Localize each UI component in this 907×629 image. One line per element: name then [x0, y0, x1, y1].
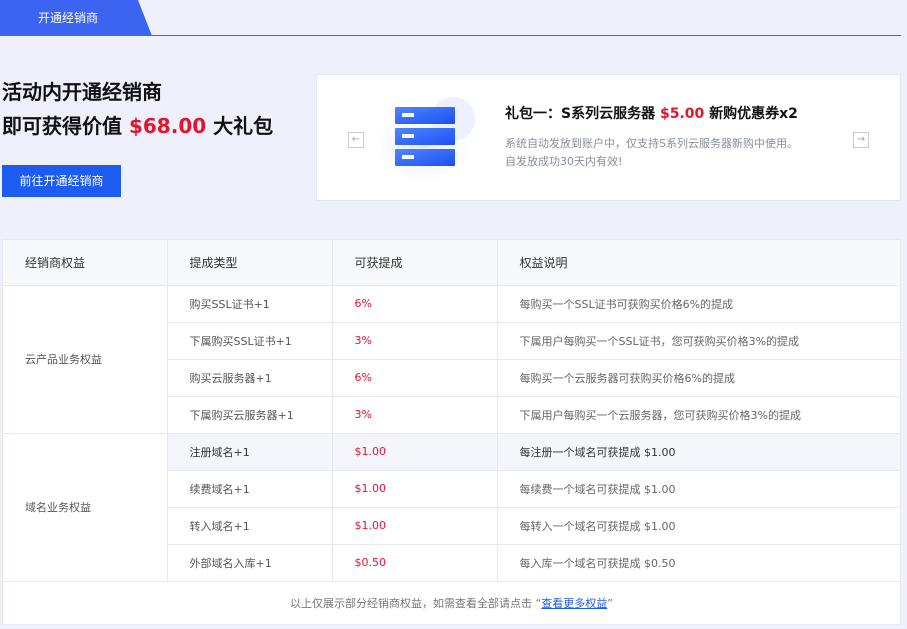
- row-rate: 3%: [332, 396, 498, 434]
- row-rate: $0.50: [332, 544, 498, 582]
- open-reseller-button[interactable]: 前往开通经销商: [2, 165, 121, 197]
- row-type: 下属购买SSL证书+1: [167, 322, 333, 360]
- promo-price: $68.00: [128, 114, 207, 138]
- row-type: 续费域名+1: [167, 470, 333, 508]
- gift-title: 礼包一：S系列云服务器 $5.00 新购优惠券x2: [505, 103, 798, 123]
- view-more-benefits-link[interactable]: 查看更多权益: [541, 597, 607, 610]
- row-rate: $1.00: [332, 433, 498, 471]
- tab-open-reseller[interactable]: 开通经销商: [0, 0, 152, 36]
- row-desc: 下属用户每购买一个SSL证书，您可获购买价格3%的提成: [497, 322, 900, 360]
- gift-description: 系统自动发放到账户中，仅支持S系列云服务器新购中使用。 自发放成功30天内有效!: [505, 135, 835, 171]
- row-rate: 6%: [332, 359, 498, 397]
- table-header-row: 经销商权益 提成类型 可获提成 权益说明: [3, 240, 900, 286]
- row-desc: 每购买一个云服务器可获购买价格6%的提成: [497, 359, 900, 397]
- table-row: 域名业务权益 注册域名+1 $1.00 每注册一个域名可获提成 $1.00: [3, 433, 900, 582]
- promo-value-prefix: 即可获得价值: [2, 114, 129, 138]
- footer-suffix: ”: [607, 596, 613, 610]
- table-row: 云产品业务权益 购买SSL证书+1 6% 每购买一个SSL证书可获购买价格6%的…: [3, 285, 900, 434]
- row-rate: $1.00: [332, 470, 498, 508]
- next-arrow-icon[interactable]: →: [853, 132, 869, 148]
- gift-desc-line1: 系统自动发放到账户中，仅支持S系列云服务器新购中使用。: [505, 137, 798, 150]
- row-type: 下属购买云服务器+1: [167, 396, 333, 434]
- gift-card: ← 礼包一：S系列云服务器 $5.00 新购优惠券x2 系统自动发放到账户中，仅…: [316, 74, 901, 201]
- row-type: 转入域名+1: [167, 507, 333, 545]
- row-type: 购买SSL证书+1: [167, 285, 333, 323]
- row-type: 外部域名入库+1: [167, 544, 333, 582]
- header-benefit: 经销商权益: [3, 240, 168, 286]
- row-desc: 每注册一个域名可获提成 $1.00: [497, 433, 900, 471]
- gift-title-suffix: 新购优惠券x2: [704, 106, 798, 122]
- group-cloud: 云产品业务权益: [3, 285, 168, 434]
- group-domain: 域名业务权益: [3, 433, 168, 582]
- header-description: 权益说明: [497, 240, 900, 286]
- benefits-table: 经销商权益 提成类型 可获提成 权益说明 云产品业务权益 购买SSL证书+1 6…: [2, 239, 901, 625]
- row-desc: 下属用户每购买一个云服务器，您可获购买价格3%的提成: [497, 396, 900, 434]
- promo-value-suffix: 大礼包: [206, 114, 274, 138]
- header-commission: 可获提成: [332, 240, 498, 286]
- tab-bar: 开通经销商: [0, 0, 901, 36]
- row-desc: 每转入一个域名可获提成 $1.00: [497, 507, 900, 545]
- row-desc: 每续费一个域名可获提成 $1.00: [497, 470, 900, 508]
- footer-prefix: 以上仅展示部分经销商权益，如需查看全部请点击 “: [290, 596, 542, 610]
- gift-title-prefix: 礼包一：S系列云服务器: [505, 106, 660, 122]
- gift-price: $5.00: [659, 106, 705, 122]
- row-rate: 3%: [332, 322, 498, 360]
- prev-arrow-icon[interactable]: ←: [348, 132, 364, 148]
- header-type: 提成类型: [167, 240, 333, 286]
- gift-desc-line2: 自发放成功30天内有效!: [505, 155, 623, 168]
- promo-title: 活动内开通经销商: [2, 80, 162, 104]
- row-rate: $1.00: [332, 507, 498, 545]
- row-rate: 6%: [332, 285, 498, 323]
- row-desc: 每入库一个域名可获提成 $0.50: [497, 544, 900, 582]
- row-type: 购买云服务器+1: [167, 359, 333, 397]
- promo-value: 即可获得价值 $68.00 大礼包: [2, 112, 273, 140]
- table-footer-note: 以上仅展示部分经销商权益，如需查看全部请点击 “查看更多权益”: [3, 582, 900, 625]
- row-type: 注册域名+1: [167, 433, 333, 471]
- row-desc: 每购买一个SSL证书可获购买价格6%的提成: [497, 285, 900, 323]
- server-illustration-icon: [375, 97, 475, 183]
